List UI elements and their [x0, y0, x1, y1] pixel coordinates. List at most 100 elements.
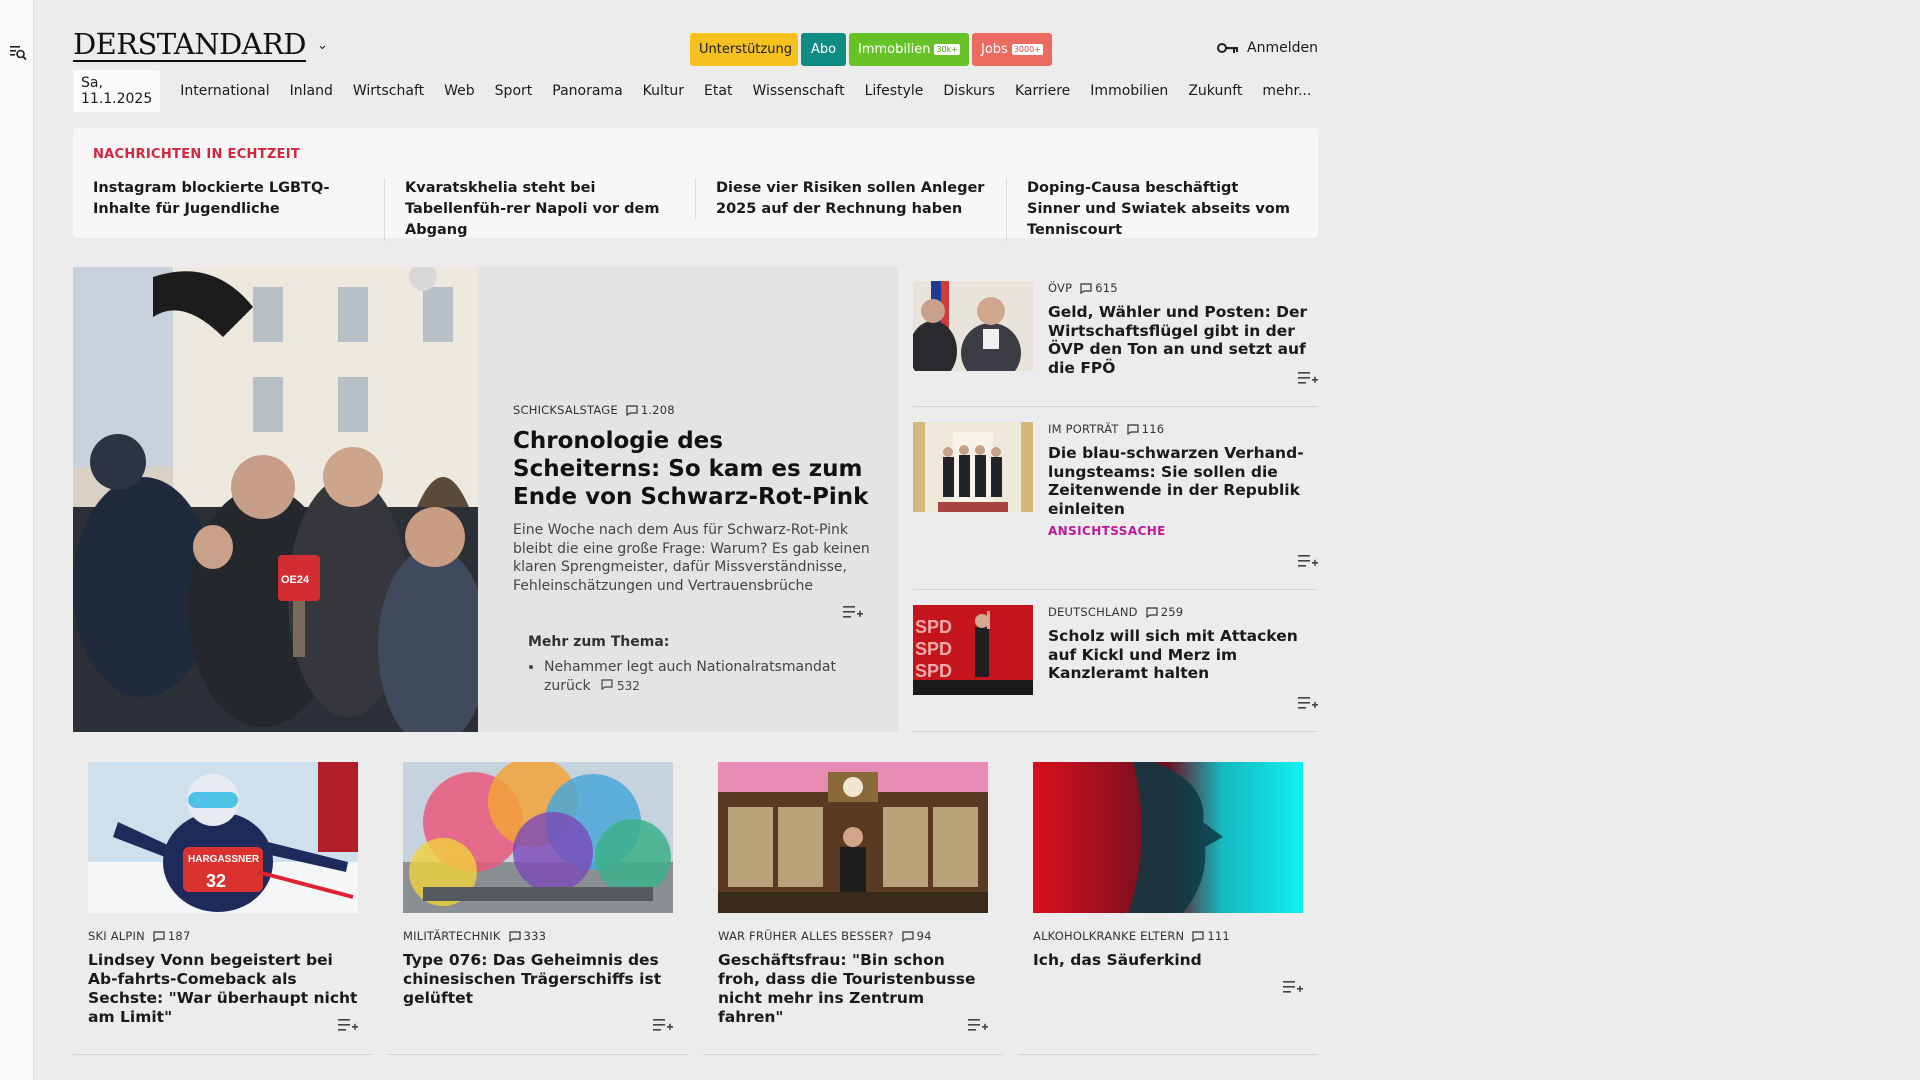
- add-to-list-icon[interactable]: [1298, 370, 1318, 386]
- login-button[interactable]: Anmelden: [1217, 40, 1318, 56]
- story-card-image[interactable]: [1033, 762, 1303, 913]
- nav-item-panorama[interactable]: Panorama: [552, 83, 622, 99]
- related-topics: Mehr zum Thema: Nehammer legt auch Natio…: [528, 634, 858, 695]
- side-story: ÖVP 615 Geld, Wähler und Posten: Der Wirt…: [913, 281, 1318, 407]
- side-story-image[interactable]: [913, 281, 1033, 371]
- comment-icon: [153, 930, 165, 942]
- story-card-headline[interactable]: Geschäftsfrau: "Bin schon froh, dass die…: [718, 951, 988, 1027]
- support-button[interactable]: Unterstützung: [690, 33, 798, 66]
- section-tag[interactable]: ANSICHTSSACHE: [1048, 524, 1318, 538]
- comment-count[interactable]: 111: [1192, 929, 1230, 943]
- story-card-text: SKI ALPIN 187 Lindsey Vonn begeistert bei…: [88, 929, 358, 1027]
- side-story-image[interactable]: [913, 422, 1033, 512]
- live-news-ticker: NACHRICHTEN IN ECHTZEIT Instagram blocki…: [73, 128, 1318, 241]
- ticker-item[interactable]: Doping-Causa beschäftigt Sinner und Swia…: [1006, 178, 1296, 241]
- spd-sign: SPD: [915, 617, 952, 637]
- bib-sponsor: HARGASSNER: [188, 854, 260, 865]
- side-story-headline[interactable]: Scholz will sich mit Attacken auf Kickl …: [1048, 627, 1318, 683]
- nav-item-inland[interactable]: Inland: [290, 83, 333, 99]
- story-card-text: ALKOHOLKRANKE ELTERN 111 Ich, das Säuferk…: [1033, 929, 1303, 970]
- comment-count[interactable]: 94: [902, 929, 932, 943]
- nav-item-lifestyle[interactable]: Lifestyle: [865, 83, 924, 99]
- comment-icon: [601, 678, 613, 690]
- nav-item-karriere[interactable]: Karriere: [1015, 83, 1070, 99]
- side-story: SPD SPD SPD DEUTSCHLAND 259 Scholz will s…: [913, 605, 1318, 732]
- nav-item-sport[interactable]: Sport: [495, 83, 533, 99]
- nav-item-web[interactable]: Web: [444, 83, 475, 99]
- nav-item-immobilien[interactable]: Immobilien: [1090, 83, 1168, 99]
- comment-count[interactable]: 187: [153, 929, 191, 943]
- story-card: HARGASSNER 32 SKI ALPIN 187 Lindsey Vonn …: [73, 762, 373, 1055]
- nav-item-diskurs[interactable]: Diskurs: [943, 83, 995, 99]
- ticker-label: NACHRICHTEN IN ECHTZEIT: [93, 147, 301, 162]
- story-card-image[interactable]: HARGASSNER 32: [88, 762, 358, 913]
- story-card: MILITÄRTECHNIK 333 Type 076: Das Geheimni…: [388, 762, 688, 1055]
- side-story-headline[interactable]: Geld, Wähler und Posten: Der Wirtschafts…: [1048, 303, 1318, 377]
- section-nav: Sa, 11.1.2025 International Inland Wirts…: [73, 70, 1331, 112]
- comment-icon: [626, 404, 638, 416]
- comment-icon: [1127, 423, 1139, 435]
- add-to-list-icon[interactable]: [338, 1017, 358, 1033]
- add-to-list-icon[interactable]: [968, 1017, 988, 1033]
- site-logo[interactable]: DERSTANDARD: [73, 30, 306, 62]
- story-card: ALKOHOLKRANKE ELTERN 111 Ich, das Säuferk…: [1018, 762, 1318, 1055]
- abo-button[interactable]: Abo: [801, 33, 846, 66]
- chevron-down-icon[interactable]: ⌄: [317, 38, 328, 53]
- comment-count[interactable]: 615: [1080, 281, 1118, 295]
- side-story-text: DEUTSCHLAND 259 Scholz will sich mit Atta…: [1048, 605, 1318, 683]
- ticker-item[interactable]: Kvaratskhelia steht bei Tabellenfüh-rer …: [384, 178, 674, 241]
- nav-item-international[interactable]: International: [180, 83, 269, 99]
- story-card-image[interactable]: [403, 762, 673, 913]
- story-card-headline[interactable]: Type 076: Das Geheimnis des chinesischen…: [403, 951, 673, 1008]
- lead-story-text: SCHICKSALSTAGE 1.208 Chronologie des Sch…: [513, 403, 873, 595]
- lead-story-image[interactable]: OE24: [73, 267, 478, 732]
- comment-count[interactable]: 532: [601, 679, 640, 693]
- left-sidebar: [0, 0, 34, 1080]
- story-card: WAR FRÜHER ALLES BESSER? 94 Geschäftsfrau…: [703, 762, 1003, 1055]
- add-to-list-icon[interactable]: [1283, 979, 1303, 995]
- story-card-text: MILITÄRTECHNIK 333 Type 076: Das Geheimni…: [403, 929, 673, 1008]
- lead-headline[interactable]: Chronologie des Scheiterns: So kam es zu…: [513, 427, 873, 511]
- add-to-list-icon[interactable]: [653, 1017, 673, 1033]
- comment-icon: [1192, 930, 1204, 942]
- related-item[interactable]: Nehammer legt auch Nationalratsmandat zu…: [544, 658, 858, 695]
- nav-item-wirtschaft[interactable]: Wirtschaft: [353, 83, 424, 99]
- lead-story: OE24 SCHICKSALSTAGE 1.208 Chronologie de…: [73, 267, 898, 732]
- nav-item-more[interactable]: mehr...: [1262, 83, 1311, 99]
- key-icon: [1217, 43, 1239, 53]
- lead-kicker: SCHICKSALSTAGE 1.208: [513, 403, 675, 417]
- ticker-item[interactable]: Instagram blockierte LGBTQ-Inhalte für J…: [73, 178, 363, 220]
- story-card-headline[interactable]: Lindsey Vonn begeistert bei Ab-fahrts-Co…: [88, 951, 358, 1027]
- comment-count[interactable]: 1.208: [626, 403, 675, 417]
- immobilien-count-badge: 30k+: [934, 44, 960, 55]
- nav-item-zukunft[interactable]: Zukunft: [1188, 83, 1242, 99]
- nav-item-wissenschaft[interactable]: Wissenschaft: [752, 83, 844, 99]
- nav-item-etat[interactable]: Etat: [704, 83, 732, 99]
- menu-search-icon[interactable]: [9, 43, 27, 61]
- ticker-item[interactable]: Diese vier Risiken sollen Anleger 2025 a…: [695, 178, 985, 220]
- jobs-button[interactable]: Jobs 3000+: [972, 33, 1052, 66]
- add-to-list-icon[interactable]: [1298, 695, 1318, 711]
- story-card-headline[interactable]: Ich, das Säuferkind: [1033, 951, 1303, 970]
- side-story-image[interactable]: SPD SPD SPD: [913, 605, 1033, 695]
- lead-teaser: Eine Woche nach dem Aus für Schwarz-Rot-…: [513, 522, 870, 594]
- comment-count[interactable]: 116: [1127, 422, 1165, 436]
- story-card-image[interactable]: [718, 762, 988, 913]
- comment-icon: [902, 930, 914, 942]
- add-to-list-icon[interactable]: [843, 604, 863, 620]
- comment-icon: [508, 930, 521, 942]
- comment-count[interactable]: 259: [1146, 605, 1184, 619]
- add-to-list-icon[interactable]: [1298, 553, 1318, 569]
- spd-sign: SPD: [915, 639, 952, 659]
- comment-count[interactable]: 333: [508, 929, 547, 943]
- side-story-text: ÖVP 615 Geld, Wähler und Posten: Der Wirt…: [1048, 281, 1318, 377]
- comment-icon: [1146, 606, 1158, 618]
- current-date: Sa, 11.1.2025: [73, 70, 161, 112]
- side-story-headline[interactable]: Die blau-schwarzen Verhand-lungsteams: S…: [1048, 444, 1318, 518]
- immobilien-button[interactable]: Immobilien 30k+: [849, 33, 969, 66]
- side-story: IM PORTRÄT 116 Die blau-schwarzen Verhand…: [913, 422, 1318, 590]
- nav-item-kultur[interactable]: Kultur: [643, 83, 684, 99]
- spd-sign: SPD: [915, 661, 952, 681]
- mic-label: OE24: [281, 574, 310, 586]
- side-story-text: IM PORTRÄT 116 Die blau-schwarzen Verhand…: [1048, 422, 1318, 538]
